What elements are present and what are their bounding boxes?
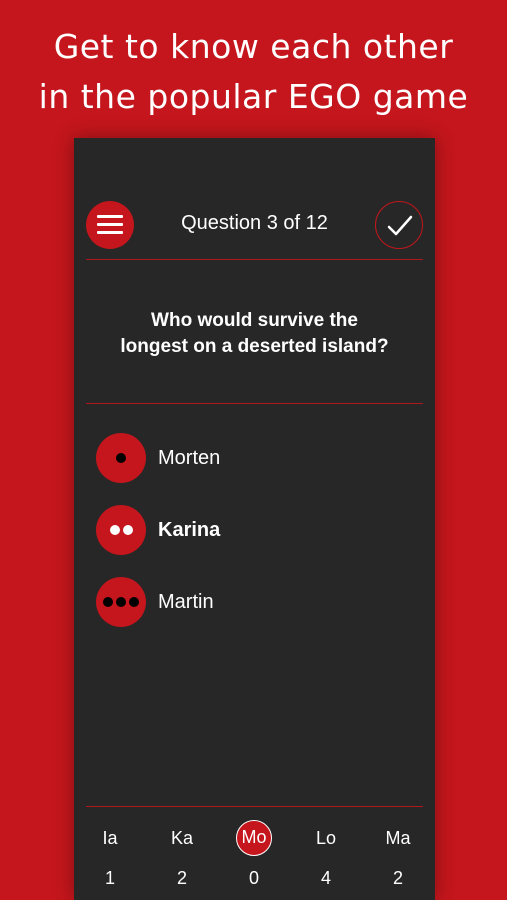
footer-divider	[86, 806, 423, 807]
badge-dot	[116, 597, 126, 607]
promo-line-1: Get to know each other	[53, 27, 454, 66]
answer-option[interactable]: Karina	[96, 505, 396, 555]
question-line-1: Who would survive the	[151, 310, 358, 331]
player-initials: Lo	[315, 828, 337, 848]
dot-badge-icon	[96, 577, 146, 627]
promo-headline: Get to know each other in the popular EG…	[0, 22, 507, 122]
answer-option-name: Martin	[158, 591, 214, 613]
player-item[interactable]: Lo 4	[296, 818, 356, 900]
question-text: Who would survive the longest on a deser…	[86, 308, 423, 360]
badge-dot	[103, 597, 113, 607]
answer-option-name: Karina	[158, 519, 221, 541]
player-initials: Ma	[385, 828, 411, 848]
dot-badge-icon	[96, 433, 146, 483]
badge-dot	[109, 525, 120, 535]
app-screen: Question 3 of 12 Who would survive the l…	[74, 138, 435, 900]
player-score: 2	[176, 868, 187, 888]
badge-dot	[129, 597, 139, 607]
player-score: 2	[392, 868, 403, 888]
badge-dot	[122, 525, 133, 535]
question-progress: Question 3 of 12	[181, 212, 328, 234]
answer-option-name: Morten	[158, 447, 221, 469]
confirm-button[interactable]	[375, 201, 423, 249]
player-item[interactable]: Ma 2	[368, 818, 428, 900]
player-initials: Mo	[236, 820, 272, 856]
promo-line-2: in the popular EGO game	[38, 77, 469, 116]
app-header: Question 3 of 12	[74, 138, 435, 263]
player-initials: Ia	[102, 828, 118, 848]
player-initials: Ka	[170, 828, 194, 848]
question-line-2: longest on a deserted island?	[120, 336, 389, 357]
player-score: 0	[248, 868, 259, 888]
player-item[interactable]: Ka 2	[152, 818, 212, 900]
menu-button[interactable]	[86, 201, 134, 249]
question-divider	[86, 403, 423, 404]
answer-option[interactable]: Morten	[96, 433, 396, 483]
badge-dot	[116, 453, 126, 463]
player-score: 4	[320, 868, 331, 888]
header-divider	[86, 259, 423, 260]
answer-option[interactable]: Martin	[96, 577, 396, 627]
player-score: 1	[104, 868, 115, 888]
dot-badge-icon	[96, 505, 146, 555]
player-bar: Ia 1 Ka 2 Mo 0 Lo 4 Ma 2	[74, 818, 435, 900]
checkmark-icon	[387, 215, 413, 236]
player-item[interactable]: Ia 1	[80, 818, 140, 900]
player-item[interactable]: Mo 0	[224, 818, 284, 900]
